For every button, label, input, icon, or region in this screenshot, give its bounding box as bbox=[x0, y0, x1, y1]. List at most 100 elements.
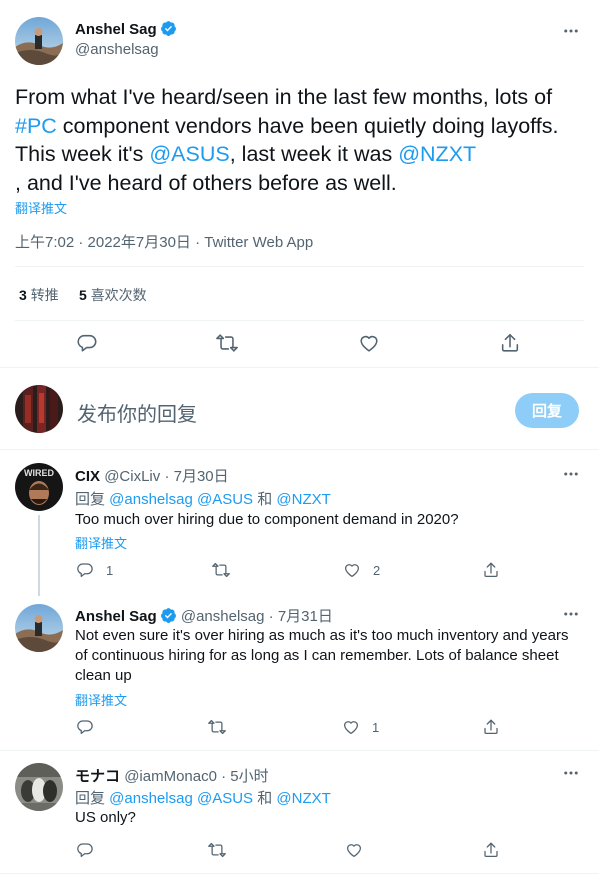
reply-author-handle[interactable]: @CixLiv bbox=[104, 468, 160, 485]
mention-link[interactable]: @ASUS bbox=[149, 142, 229, 166]
more-icon[interactable] bbox=[559, 21, 583, 41]
tweet-text-part: From what I've heard/seen in the last fe… bbox=[15, 85, 553, 109]
reply-avatar[interactable]: WIRED bbox=[15, 463, 63, 511]
reply-icon bbox=[77, 563, 93, 578]
user-avatar[interactable] bbox=[15, 385, 63, 433]
retweets-label: 转推 bbox=[30, 287, 59, 303]
retweets-stat[interactable]: 3 转推 bbox=[19, 285, 59, 305]
separator-dot: · bbox=[268, 608, 274, 625]
reply-button[interactable]: 1 bbox=[76, 561, 113, 579]
like-button[interactable]: 2 bbox=[343, 561, 380, 579]
mention-link[interactable]: @anshelsag bbox=[109, 491, 193, 508]
mention-link[interactable]: @ASUS bbox=[197, 790, 253, 807]
divider bbox=[0, 449, 599, 450]
reply-author-handle[interactable]: @anshelsag bbox=[181, 608, 265, 625]
reply-author-handle[interactable]: @iamMonac0 bbox=[124, 768, 217, 785]
reply-author-name[interactable]: CIX bbox=[75, 468, 100, 485]
retweet-button[interactable] bbox=[212, 561, 230, 579]
author-avatar[interactable] bbox=[15, 17, 63, 65]
author-name[interactable]: Anshel Sag bbox=[75, 21, 157, 38]
share-icon bbox=[484, 842, 498, 858]
likes-stat[interactable]: 5 喜欢次数 bbox=[79, 285, 147, 305]
reply-author-name[interactable]: モナコ bbox=[75, 768, 120, 785]
translate-link[interactable]: 翻译推文 bbox=[15, 198, 67, 217]
more-icon[interactable] bbox=[559, 464, 583, 484]
share-icon bbox=[484, 719, 498, 735]
and-label: 和 bbox=[253, 790, 277, 807]
more-icon[interactable] bbox=[559, 763, 583, 783]
mention-link[interactable]: @anshelsag bbox=[109, 790, 193, 807]
more-icon[interactable] bbox=[559, 604, 583, 624]
reply-button[interactable] bbox=[76, 841, 94, 859]
reply-icon bbox=[77, 334, 97, 352]
hashtag-link[interactable]: #PC bbox=[15, 114, 57, 138]
retweet-icon bbox=[208, 842, 226, 858]
likes-label: 喜欢次数 bbox=[90, 287, 147, 303]
reply-icon bbox=[77, 843, 93, 858]
reply-button[interactable] bbox=[76, 332, 98, 354]
tweet-text: From what I've heard/seen in the last fe… bbox=[15, 83, 590, 197]
retweet-icon bbox=[208, 719, 226, 735]
reply-input[interactable]: 发布你的回复 bbox=[77, 398, 197, 427]
mention-link[interactable]: @NZXT bbox=[276, 491, 330, 508]
divider bbox=[0, 367, 599, 368]
like-icon bbox=[346, 844, 362, 858]
like-icon bbox=[360, 335, 378, 352]
share-button[interactable] bbox=[482, 841, 500, 859]
like-count: 2 bbox=[373, 562, 381, 578]
reply-header: モナコ @iamMonac0 · 5小时 bbox=[75, 765, 269, 786]
mention-link[interactable]: @NZXT bbox=[276, 790, 330, 807]
retweet-button[interactable] bbox=[216, 332, 238, 354]
author-info[interactable]: Anshel Sag @anshelsag bbox=[75, 20, 177, 58]
like-button[interactable]: 1 bbox=[342, 718, 379, 736]
like-button[interactable] bbox=[358, 332, 380, 354]
reply-date[interactable]: 7月30日 bbox=[174, 468, 229, 485]
mention-link[interactable]: @NZXT bbox=[398, 142, 476, 166]
retweet-button[interactable] bbox=[208, 841, 226, 859]
retweet-icon bbox=[212, 562, 230, 578]
and-label: 和 bbox=[253, 491, 277, 508]
reply-text: US only? bbox=[75, 809, 136, 826]
retweet-button[interactable] bbox=[208, 718, 226, 736]
share-button[interactable] bbox=[499, 332, 521, 354]
divider bbox=[0, 873, 599, 874]
svg-text:WIRED: WIRED bbox=[24, 468, 54, 478]
reply-author-name[interactable]: Anshel Sag bbox=[75, 608, 157, 625]
replying-to-label: 回复 bbox=[75, 790, 110, 807]
divider bbox=[15, 320, 584, 321]
reply-header: Anshel Sag @anshelsag · 7月31日 bbox=[75, 605, 333, 626]
tweet-text-part: , and I've heard of others before as wel… bbox=[15, 170, 397, 195]
reply-icon bbox=[77, 720, 93, 735]
separator-dot: · bbox=[164, 468, 170, 485]
reply-submit-button[interactable]: 回复 bbox=[515, 393, 579, 428]
like-button[interactable] bbox=[345, 841, 363, 859]
reply-count: 1 bbox=[106, 562, 114, 578]
reply-header: CIX @CixLiv · 7月30日 bbox=[75, 465, 229, 486]
reply-avatar[interactable] bbox=[15, 604, 63, 652]
author-handle[interactable]: @anshelsag bbox=[75, 41, 177, 58]
share-icon bbox=[501, 333, 519, 352]
divider bbox=[0, 750, 599, 751]
retweets-count: 3 bbox=[19, 287, 27, 303]
like-icon bbox=[343, 721, 359, 735]
reply-date[interactable]: 5小时 bbox=[230, 768, 268, 785]
separator-dot: · bbox=[221, 768, 227, 785]
verified-badge-icon bbox=[160, 21, 176, 36]
reply-button[interactable] bbox=[76, 718, 94, 736]
replying-to: 回复 @anshelsag @ASUS 和 @NZXT bbox=[75, 488, 331, 509]
tweet-timestamp[interactable]: 上午7:02 · 2022年7月30日 · Twitter Web App bbox=[15, 231, 313, 252]
replying-to-label: 回复 bbox=[75, 491, 110, 508]
mention-link[interactable]: @ASUS bbox=[197, 491, 253, 508]
translate-link[interactable]: 翻译推文 bbox=[75, 690, 127, 709]
likes-count: 5 bbox=[79, 287, 87, 303]
replying-to: 回复 @anshelsag @ASUS 和 @NZXT bbox=[75, 787, 331, 808]
share-icon bbox=[484, 562, 498, 578]
reply-avatar[interactable] bbox=[15, 763, 63, 811]
share-button[interactable] bbox=[482, 561, 500, 579]
like-count: 1 bbox=[372, 719, 380, 735]
retweet-icon bbox=[216, 334, 238, 352]
share-button[interactable] bbox=[482, 718, 500, 736]
translate-link[interactable]: 翻译推文 bbox=[75, 533, 127, 552]
thread-line bbox=[38, 515, 40, 596]
reply-date[interactable]: 7月31日 bbox=[278, 608, 333, 625]
